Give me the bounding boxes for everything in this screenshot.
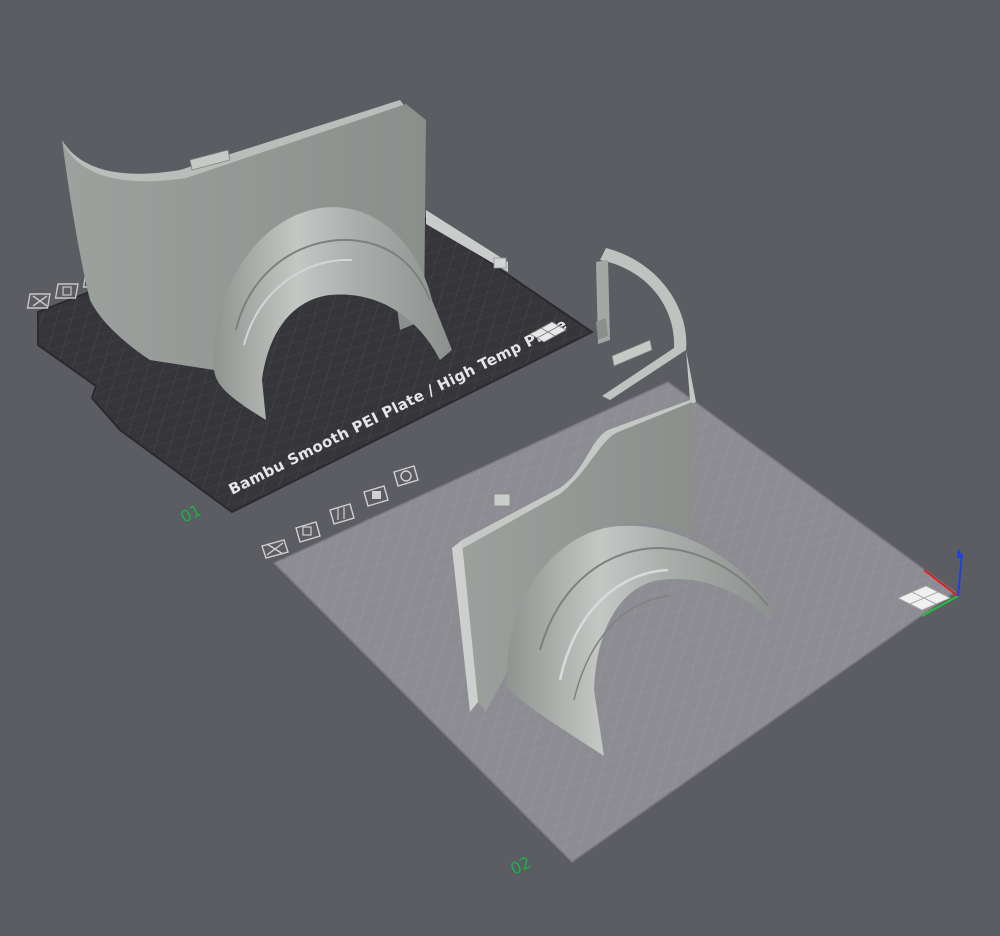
close-icon[interactable] (261, 539, 289, 559)
z-axis-icon (957, 553, 963, 597)
scene-canvas[interactable]: Bambu Smooth PEI Plate / High Temp Plate… (0, 0, 1000, 936)
lock-icon[interactable] (363, 485, 389, 507)
close-icon[interactable] (26, 293, 51, 309)
arrange-icon[interactable] (329, 503, 355, 525)
plate-1-number: 01 (177, 500, 204, 526)
auto-orient-icon[interactable] (54, 283, 79, 299)
settings-icon[interactable] (393, 465, 419, 487)
plate-2-number: 02 (507, 852, 534, 878)
3d-viewport[interactable]: Bambu Smooth PEI Plate / High Temp Plate… (0, 0, 1000, 936)
auto-orient-icon[interactable] (295, 521, 321, 543)
